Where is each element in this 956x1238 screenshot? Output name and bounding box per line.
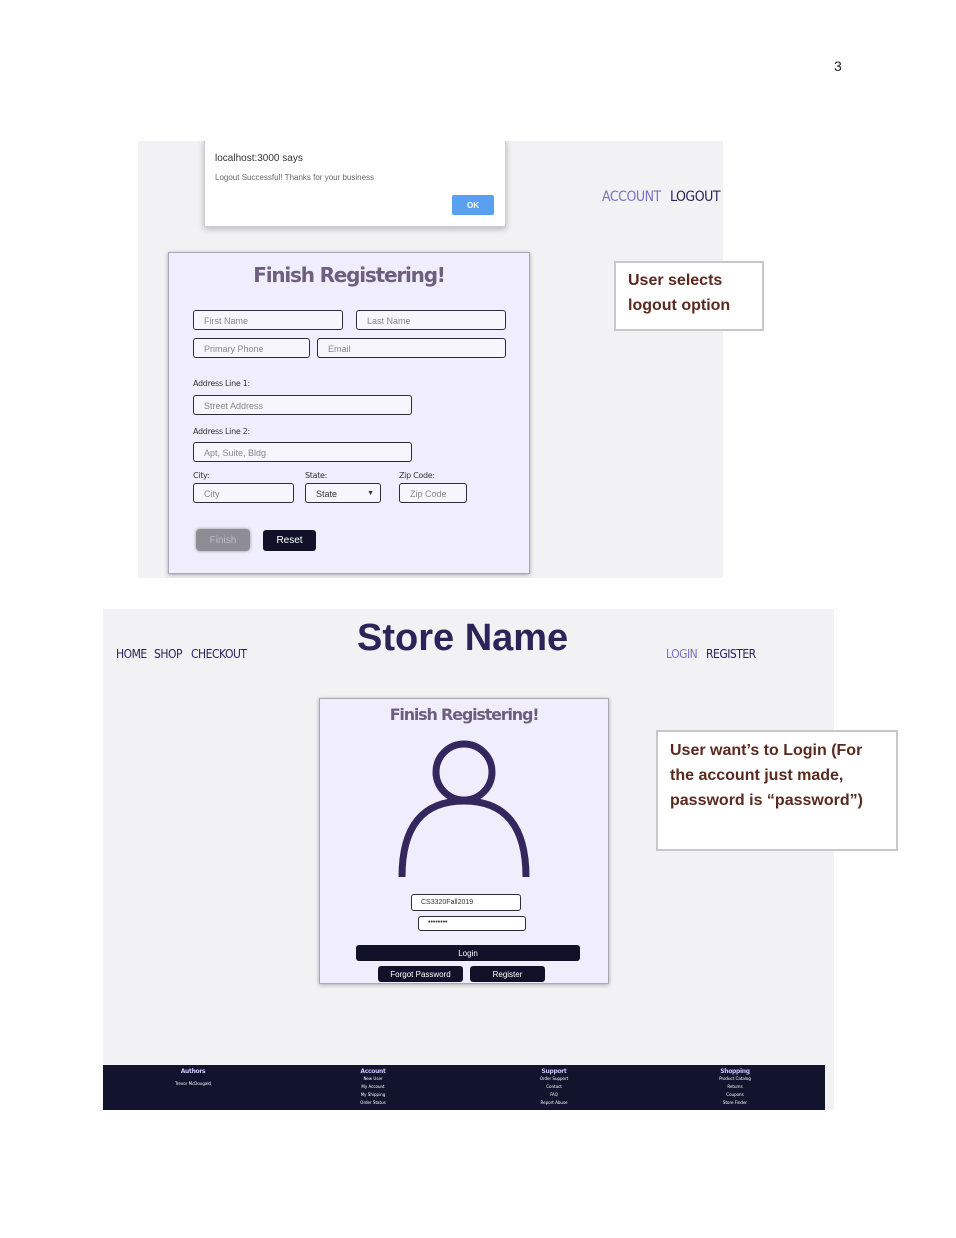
last-name-input[interactable]: Last Name <box>356 310 506 330</box>
city-label: City: <box>193 471 210 480</box>
register-button[interactable]: Register <box>470 966 545 982</box>
password-input[interactable]: •••••••• <box>418 916 526 931</box>
footer-account: Account New User My Account My Shipping … <box>313 1068 433 1107</box>
footer-link[interactable]: New User <box>313 1075 433 1083</box>
nav-register-link[interactable]: REGISTER <box>706 647 756 661</box>
username-input[interactable]: CS3320Fall2019 <box>411 894 521 911</box>
phone-input[interactable]: Primary Phone <box>193 338 310 358</box>
login-panel: Finish Registering! CS3320Fall2019 •••••… <box>319 698 609 984</box>
callout-line: password is “password”) <box>670 792 863 809</box>
footer-link[interactable]: Report Abuse <box>494 1099 614 1107</box>
form-title: Finish Registering! <box>253 263 446 287</box>
page-number: 3 <box>834 58 842 74</box>
nav-logout-link[interactable]: LOGOUT <box>670 189 721 205</box>
footer-link[interactable]: FAQ <box>494 1091 614 1099</box>
footer-link[interactable]: My Account <box>313 1083 433 1091</box>
footer-link[interactable]: Returns <box>675 1083 795 1091</box>
address2-label: Address Line 2: <box>193 427 250 436</box>
footer-shopping: Shopping Product Catalog Returns Coupons… <box>675 1068 795 1107</box>
zip-input[interactable]: Zip Code <box>399 483 467 503</box>
dropdown-arrow-icon: ▼ <box>367 490 374 497</box>
email-input[interactable]: Email <box>317 338 506 358</box>
footer-heading: Support <box>541 1068 567 1075</box>
zip-label: Zip Code: <box>399 471 435 480</box>
registration-form: Finish Registering! First Name Last Name… <box>168 252 530 574</box>
city-input[interactable]: City <box>193 483 294 503</box>
callout-line: User want’s to Login (For <box>670 742 863 759</box>
callout-line: logout option <box>628 297 731 314</box>
footer-link[interactable]: Trevor McDougald <box>133 1080 253 1088</box>
logout-screenshot: localhost:3000 says Logout Successful! T… <box>138 141 723 578</box>
apt-suite-input[interactable]: Apt, Suite, Bldg <box>193 442 412 462</box>
state-select[interactable]: State ▼ <box>305 483 381 503</box>
footer-link[interactable]: Product Catalog <box>675 1075 795 1083</box>
footer-heading: Authors <box>180 1068 206 1075</box>
footer-link[interactable]: Order Support <box>494 1075 614 1083</box>
alert-message: Logout Successful! Thanks for your busin… <box>215 173 375 182</box>
footer-link[interactable]: Store Finder <box>675 1099 795 1107</box>
ok-button[interactable]: OK <box>452 195 494 215</box>
reset-button[interactable]: Reset <box>263 530 316 551</box>
alert-dialog: localhost:3000 says Logout Successful! T… <box>204 141 506 227</box>
forgot-password-button[interactable]: Forgot Password <box>378 966 463 982</box>
alert-title: localhost:3000 says <box>215 153 303 164</box>
nav-home-link[interactable]: HOME <box>116 647 147 661</box>
callout-login: User want’s to Login (For the account ju… <box>656 730 898 851</box>
first-name-input[interactable]: First Name <box>193 310 343 330</box>
nav-shop-link[interactable]: SHOP <box>154 647 182 661</box>
store-name: Store Name <box>357 617 569 659</box>
login-screenshot: HOME SHOP CHECKOUT Store Name LOGIN REGI… <box>103 609 834 1110</box>
nav-login-link[interactable]: LOGIN <box>666 647 698 661</box>
callout-line: the account just made, <box>670 767 844 784</box>
user-avatar-icon <box>398 740 530 878</box>
site-footer: Authors Trevor McDougald Account New Use… <box>103 1065 825 1110</box>
footer-link[interactable]: Coupons <box>675 1091 795 1099</box>
state-label: State: <box>305 471 328 480</box>
nav-checkout-link[interactable]: CHECKOUT <box>191 647 247 661</box>
address1-label: Address Line 1: <box>193 379 250 388</box>
footer-support: Support Order Support Contact FAQ Report… <box>494 1068 614 1107</box>
state-selected-value: State <box>316 489 338 499</box>
finish-button[interactable]: Finish <box>196 529 250 551</box>
footer-link[interactable]: My Shipping <box>313 1091 433 1099</box>
callout-line: User selects <box>628 272 723 289</box>
login-button[interactable]: Login <box>356 945 580 961</box>
footer-heading: Shopping <box>720 1068 750 1075</box>
callout-logout: User selects logout option <box>614 261 764 331</box>
street-address-input[interactable]: Street Address <box>193 395 412 415</box>
footer-heading: Account <box>360 1068 386 1075</box>
footer-link[interactable]: Contact <box>494 1083 614 1091</box>
footer-link[interactable]: Order Status <box>313 1099 433 1107</box>
login-panel-title: Finish Registering! <box>389 705 540 724</box>
footer-authors: Authors Trevor McDougald <box>133 1068 253 1088</box>
nav-account-link[interactable]: ACCOUNT <box>602 189 661 205</box>
